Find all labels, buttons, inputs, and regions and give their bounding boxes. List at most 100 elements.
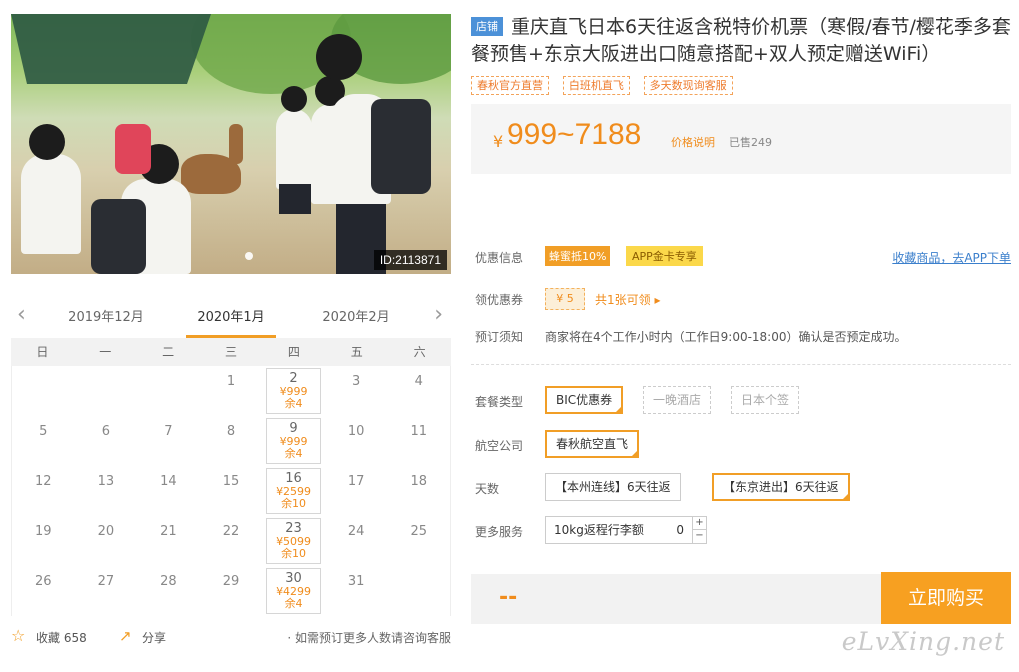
weekday-label: 一 — [99, 345, 112, 359]
weekday-label: 三 — [224, 345, 237, 359]
photo-backpack — [91, 199, 146, 274]
buy-now-button[interactable]: 立即购买 — [881, 572, 1011, 624]
calendar-day-number: 25 — [410, 524, 427, 539]
days-row: 天数 【本州连线】6天往返 【东京进出】6天往返 — [471, 473, 1011, 501]
calendar-day-number: 17 — [347, 474, 365, 489]
days-label: 天数 — [475, 482, 500, 496]
package-option-visa[interactable]: 日本个签 — [731, 386, 800, 414]
favorite-app-link[interactable]: 收藏商品，去APP下单 — [892, 249, 1011, 266]
right-column: 店铺 重庆直飞日本6天往返含税特价机票（寒假/春节/樱花季多套餐预售+东京大阪进出… — [471, 14, 1011, 624]
price-box: ¥ 999~7188 价格说明 已售249 — [471, 104, 1011, 174]
star-icon[interactable]: ☆ — [11, 626, 25, 645]
calendar-day-available[interactable]: 9 ¥999 余4 — [266, 418, 321, 464]
calendar-day — [12, 366, 75, 416]
calendar-day: 21 — [137, 516, 200, 566]
calendar-day: 7 — [137, 416, 200, 466]
calendar-day: 6 — [75, 416, 138, 466]
promo-label: 优惠信息 — [475, 251, 524, 265]
share-button[interactable]: 分享 — [142, 629, 166, 646]
calendar-day-number: 20 — [97, 524, 115, 539]
calendar-day: 29 — [200, 566, 263, 616]
total-price: -- — [499, 585, 518, 610]
photo-skirt — [279, 184, 311, 214]
chevron-right-icon[interactable]: › — [434, 304, 443, 326]
increment-button[interactable]: + — [692, 517, 706, 530]
carousel-dot[interactable] — [245, 252, 253, 260]
shop-tag[interactable]: 店铺 — [471, 17, 503, 36]
baggage-service-label: 10kg返程行李额 — [554, 523, 644, 537]
package-type-label: 套餐类型 — [475, 395, 524, 409]
coupon-label: 领优惠券 — [475, 293, 524, 307]
contact-note: · 如需预订更多人数请咨询客服 — [287, 631, 451, 645]
calendar-day — [387, 566, 450, 616]
weekday-label: 五 — [350, 345, 363, 359]
product-photo[interactable]: ID:2113871 — [11, 14, 451, 274]
calendar-day: 3 — [325, 366, 388, 416]
calendar-day: 14 — [137, 466, 200, 516]
price-explain-link[interactable]: 价格说明 — [671, 134, 715, 150]
price-range: 999~7188 — [507, 118, 642, 151]
notice-text: 商家将在4个工作小时内（工作日9:00-18:00）确认是否预定成功。 — [545, 330, 907, 344]
photo-person-head — [316, 34, 362, 80]
calendar-current-month[interactable]: 2020年1月 — [186, 306, 276, 338]
share-icon[interactable]: ↗ — [119, 627, 132, 645]
calendar-day-number: 13 — [97, 474, 115, 489]
calendar-day: 18 — [387, 466, 450, 516]
calendar-month-nav: ‹ 2019年12月 2020年1月 2020年2月 › — [11, 298, 451, 338]
airline-option[interactable]: 春秋航空直飞 — [545, 430, 640, 458]
calendar-day-remaining: 余4 — [284, 597, 303, 610]
favorite-button[interactable]: 收藏 658 — [36, 629, 87, 646]
baggage-quantity[interactable]: 0 — [676, 517, 684, 543]
product-title-block: 店铺 重庆直飞日本6天往返含税特价机票（寒假/春节/樱花季多套餐预售+东京大阪进出… — [471, 14, 1011, 68]
calendar-day: 27 — [75, 566, 138, 616]
chevron-left-icon[interactable]: ‹ — [17, 304, 26, 326]
calendar-prev-month[interactable]: 2019年12月 — [61, 306, 151, 325]
package-option-bic[interactable]: BIC优惠券 — [545, 386, 624, 414]
calendar-next-month[interactable]: 2020年2月 — [311, 306, 401, 325]
weekday-label: 二 — [162, 345, 175, 359]
calendar-day: 1 — [200, 366, 263, 416]
calendar-day-number: 14 — [160, 474, 177, 489]
calendar-day-number: 31 — [347, 574, 365, 589]
photo-pink-backpack — [115, 124, 151, 174]
calendar-day: 19 — [12, 516, 75, 566]
sold-count: 已售249 — [729, 136, 772, 149]
calendar-day: 28 — [137, 566, 200, 616]
product-tag: 白班机直飞 — [562, 76, 630, 95]
calendar-day-number: 3 — [351, 374, 361, 389]
photo-deer-neck — [229, 124, 243, 164]
calendar-day: 8 — [200, 416, 263, 466]
calendar-day: 11 — [387, 416, 450, 466]
weekday-label: 四 — [287, 345, 300, 359]
calendar-day-number: 21 — [160, 524, 177, 539]
days-option-honshu[interactable]: 【本州连线】6天往返 — [545, 473, 681, 501]
weekday-label: 六 — [413, 345, 426, 359]
calendar-day-available[interactable]: 30 ¥4299 余4 — [266, 568, 321, 614]
calendar-day-number: 4 — [414, 374, 423, 389]
purchase-bar: -- 立即购买 — [471, 572, 1011, 624]
coupon-ticket[interactable]: ¥ 5 — [545, 288, 585, 310]
photo-tent — [11, 14, 211, 84]
calendar-day-number: 9 — [289, 421, 298, 436]
section-divider — [471, 364, 1011, 365]
days-option-tokyo[interactable]: 【东京进出】6天往返 — [712, 473, 850, 501]
honey-discount-badge: 蜂蜜抵10% — [545, 246, 611, 266]
airline-row: 航空公司 春秋航空直飞 — [471, 430, 1011, 458]
photo-id-label: ID:2113871 — [373, 250, 447, 270]
calendar-day-number: 6 — [101, 424, 110, 439]
calendar-day: 24 — [325, 516, 388, 566]
calendar-day: 20 — [75, 516, 138, 566]
baggage-stepper: 10kg返程行李额 0 + − — [545, 516, 707, 544]
calendar-day-available[interactable]: 2 ¥999 余4 — [266, 368, 321, 414]
calendar-day — [75, 366, 138, 416]
decrement-button[interactable]: − — [692, 530, 706, 543]
calendar-day-number: 7 — [164, 424, 173, 439]
calendar-day-available[interactable]: 16 ¥2599 余10 — [266, 468, 321, 514]
left-column: ID:2113871 ‹ 2019年12月 2020年1月 2020年2月 › … — [11, 14, 451, 616]
package-option-hotel[interactable]: 一晚酒店 — [643, 386, 712, 414]
calendar-day-available[interactable]: 23 ¥5099 余10 — [266, 518, 321, 564]
airline-label: 航空公司 — [475, 439, 524, 453]
coupon-claim-link[interactable]: 共1张可领 ▸ — [595, 291, 660, 308]
calendar-day-number: 15 — [222, 474, 240, 489]
calendar-day-remaining: 余4 — [284, 397, 303, 410]
